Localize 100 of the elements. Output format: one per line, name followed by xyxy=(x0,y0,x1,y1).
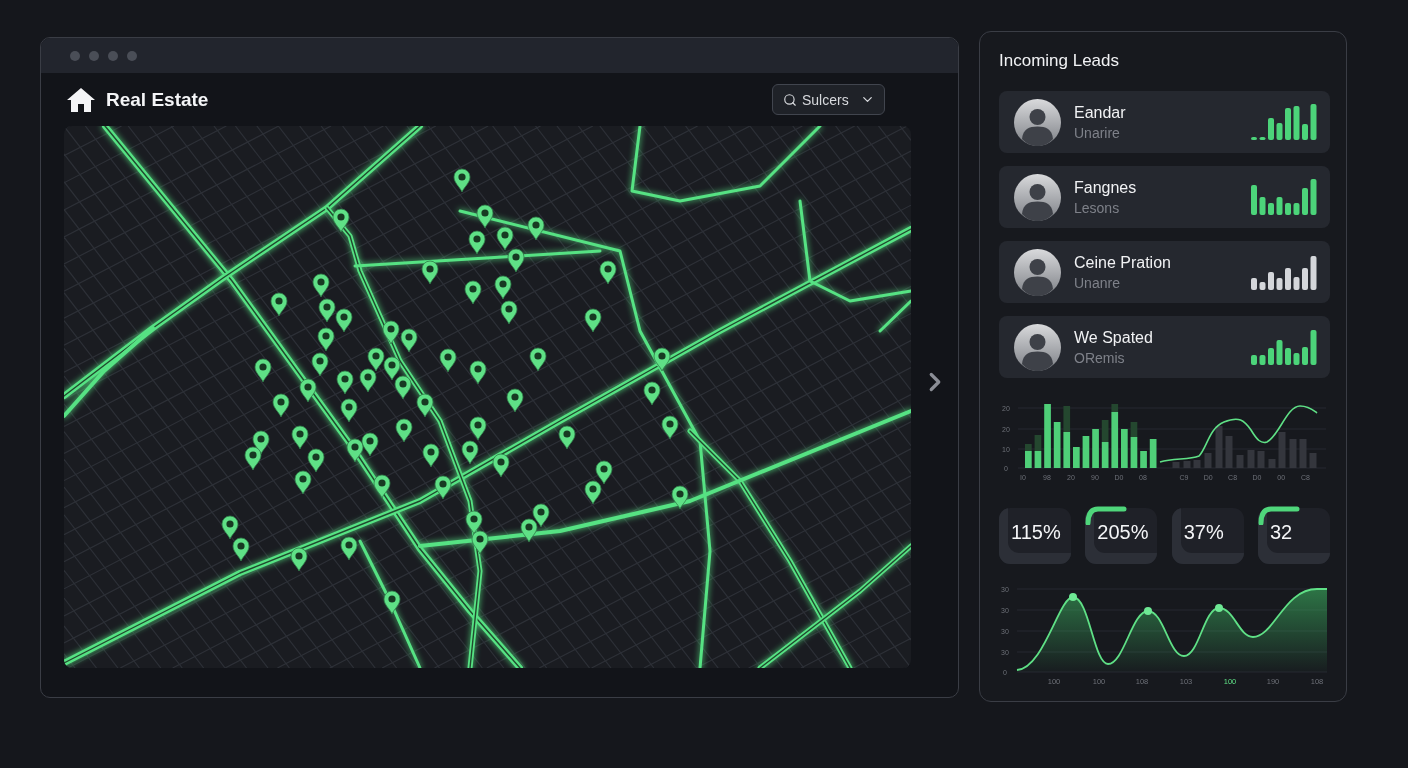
map-pin-icon[interactable] xyxy=(653,347,671,372)
map-pin-icon[interactable] xyxy=(294,470,312,495)
map-pin-icon[interactable] xyxy=(244,446,262,471)
street-map-drawing[interactable] xyxy=(64,126,911,668)
muted-bar xyxy=(1225,436,1233,468)
map-pin-icon[interactable] xyxy=(367,347,385,372)
map-pin-icon[interactable] xyxy=(317,327,335,352)
house-icon xyxy=(66,86,96,113)
chart-bar xyxy=(1140,451,1147,468)
faded-bar xyxy=(1111,404,1119,412)
muted-bar xyxy=(1193,460,1201,468)
map-pin-icon[interactable] xyxy=(383,590,401,615)
window-dot-icon[interactable] xyxy=(89,50,99,61)
map-pin-icon[interactable] xyxy=(221,515,239,540)
map-pin-icon[interactable] xyxy=(361,432,379,457)
map-pin-icon[interactable] xyxy=(272,393,290,418)
map-pin-icon[interactable] xyxy=(332,208,350,233)
muted-bar xyxy=(1299,439,1307,468)
map-pin-icon[interactable] xyxy=(465,510,483,535)
chart-bar xyxy=(1073,447,1080,468)
lead-card[interactable]: We Spated ORemis xyxy=(999,316,1330,378)
map-pin-icon[interactable] xyxy=(422,443,440,468)
lead-name: Ceine Pration xyxy=(1074,253,1171,272)
map-pin-icon[interactable] xyxy=(599,260,617,285)
peak-marker-icon xyxy=(1069,593,1077,601)
map-pin-icon[interactable] xyxy=(373,474,391,499)
avatar-icon xyxy=(1014,323,1061,371)
map-pin-icon[interactable] xyxy=(527,216,545,241)
map-pin-icon[interactable] xyxy=(359,368,377,393)
map-pin-icon[interactable] xyxy=(291,425,309,450)
window-dot-icon[interactable] xyxy=(127,50,137,61)
map-pin-icon[interactable] xyxy=(507,248,525,273)
muted-bar xyxy=(1289,439,1297,468)
map-pin-icon[interactable] xyxy=(335,308,353,333)
muted-bar xyxy=(1247,450,1255,468)
map-pin-icon[interactable] xyxy=(520,518,538,543)
lead-card[interactable]: Eandar Unarire xyxy=(999,91,1330,153)
lead-name: We Spated xyxy=(1074,328,1153,347)
map-pin-icon[interactable] xyxy=(471,530,489,555)
map-pin-icon[interactable] xyxy=(643,381,661,406)
map-pin-icon[interactable] xyxy=(383,356,401,381)
map-pin-icon[interactable] xyxy=(434,475,452,500)
map-pin-icon[interactable] xyxy=(299,378,317,403)
muted-bar xyxy=(1215,426,1223,468)
map-pin-icon[interactable] xyxy=(558,425,576,450)
muted-bar xyxy=(1309,453,1317,468)
chart-bar xyxy=(1130,437,1138,468)
map-pin-icon[interactable] xyxy=(661,415,679,440)
chart-bar xyxy=(1053,422,1061,468)
map-pin-icon[interactable] xyxy=(469,416,487,441)
map-pin-icon[interactable] xyxy=(464,280,482,305)
map-pin-icon[interactable] xyxy=(492,453,510,478)
map-pin-icon[interactable] xyxy=(416,393,434,418)
lead-subtitle: Unarire xyxy=(1074,124,1120,141)
chart-bar xyxy=(1063,432,1071,468)
map-pin-icon[interactable] xyxy=(529,347,547,372)
map-pin-icon[interactable] xyxy=(336,370,354,395)
faded-bar xyxy=(1063,406,1071,432)
map-pin-icon[interactable] xyxy=(394,375,412,400)
map-pin-icon[interactable] xyxy=(476,204,494,229)
map-pin-icon[interactable] xyxy=(671,485,689,510)
map-pin-icon[interactable] xyxy=(500,300,518,325)
map-pin-icon[interactable] xyxy=(312,273,330,298)
lead-subtitle: Lesons xyxy=(1074,199,1120,216)
faded-bar xyxy=(1034,435,1042,451)
filter-dropdown[interactable]: Sulcers xyxy=(772,84,885,115)
map-pin-icon[interactable] xyxy=(461,440,479,465)
map-pin-icon[interactable] xyxy=(395,418,413,443)
stat-value: 115% xyxy=(1011,520,1061,544)
lead-card[interactable]: Ceine Pration Unanre xyxy=(999,241,1330,303)
map-pin-icon[interactable] xyxy=(469,360,487,385)
map-pin-icon[interactable] xyxy=(311,352,329,377)
map-pin-icon[interactable] xyxy=(421,260,439,285)
map-pin-icon[interactable] xyxy=(340,398,358,423)
window-dot-icon[interactable] xyxy=(108,50,118,61)
map-pin-icon[interactable] xyxy=(340,536,358,561)
lead-name: Eandar xyxy=(1074,103,1126,122)
map-pin-icon[interactable] xyxy=(439,348,457,373)
peak-marker-icon xyxy=(1144,607,1152,615)
map-pin-icon[interactable] xyxy=(496,226,514,251)
map-pin-icon[interactable] xyxy=(270,292,288,317)
window-dot-icon[interactable] xyxy=(70,50,80,61)
map-pin-icon[interactable] xyxy=(290,547,308,572)
lead-card[interactable]: Fangnes Lesons xyxy=(999,166,1330,228)
map-pin-icon[interactable] xyxy=(307,448,325,473)
chart-bar xyxy=(1044,404,1051,468)
map-pin-icon[interactable] xyxy=(468,230,486,255)
map-pin-icon[interactable] xyxy=(584,480,602,505)
map-pin-icon[interactable] xyxy=(232,537,250,562)
map-pin-icon[interactable] xyxy=(318,298,336,323)
map-pin-icon[interactable] xyxy=(254,358,272,383)
map-pin-icon[interactable] xyxy=(346,438,364,463)
map-pin-icon[interactable] xyxy=(494,275,512,300)
map-pin-icon[interactable] xyxy=(400,328,418,353)
map-pin-icon[interactable] xyxy=(506,388,524,413)
map-pin-icon[interactable] xyxy=(595,460,613,485)
map-pin-icon[interactable] xyxy=(453,168,471,193)
map-pin-icon[interactable] xyxy=(584,308,602,333)
map-pin-icon[interactable] xyxy=(532,503,550,528)
map-pin-icon[interactable] xyxy=(382,320,400,345)
